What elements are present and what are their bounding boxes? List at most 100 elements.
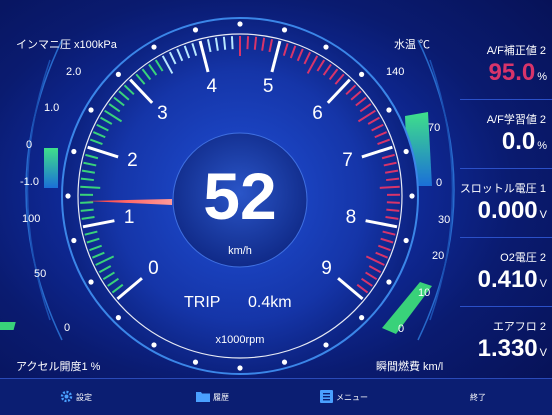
minor-tick <box>80 187 100 188</box>
rim-dot <box>323 342 328 347</box>
panel-title: A/F学習値 2 <box>487 111 546 127</box>
exit-button[interactable]: 終了 <box>470 387 486 407</box>
panel-value: 0.410V <box>478 266 547 294</box>
accel-title: アクセル開度1 % <box>16 358 100 374</box>
fuel-tick-0: 0 <box>398 323 404 335</box>
minor-tick <box>232 36 233 49</box>
minor-tick <box>386 179 399 180</box>
panel-number: 95.0 <box>489 59 536 86</box>
panel-af-correction: A/F補正値 2 95.0% <box>460 36 552 100</box>
coolant-title: 水温 ℃ <box>394 36 430 52</box>
rim-dot <box>71 149 76 154</box>
rim-dot <box>386 107 391 112</box>
panel-unit: % <box>537 71 547 83</box>
accel-tick-100: 100 <box>22 213 40 225</box>
minor-tick <box>81 179 94 180</box>
fuel-title: 瞬間燃費 km/l <box>376 358 443 374</box>
rpm-number: 1 <box>119 207 139 229</box>
minor-tick <box>380 187 400 188</box>
rpm-number: 5 <box>258 76 278 98</box>
panel-af-learning: A/F学習値 2 0.0% <box>460 105 552 169</box>
panel-title: スロットル電圧 1 <box>460 180 546 196</box>
exit-label: 終了 <box>470 392 486 403</box>
throttle-bar <box>0 322 16 330</box>
rim-dot <box>88 279 93 284</box>
panel-title: A/F補正値 2 <box>487 42 546 58</box>
trip-value: 0.4km <box>248 294 292 312</box>
rim-dot <box>116 315 121 320</box>
rim-dot <box>359 72 364 77</box>
settings-label: 設定 <box>76 392 92 403</box>
dashboard-screen: 52 km/h TRIP 0.4km x1000rpm 0123456789 イ… <box>0 0 552 414</box>
coolant-tick-140: 140 <box>386 66 404 78</box>
left-side-arcs <box>26 40 62 340</box>
speed-value: 52 <box>188 160 292 232</box>
history-label: 履歴 <box>213 392 229 403</box>
minor-tick <box>224 37 225 50</box>
panel-airflow: エアフロ 2 1.330V <box>460 312 552 375</box>
settings-button[interactable]: 設定 <box>60 387 92 407</box>
minor-tick <box>387 202 400 203</box>
minor-tick <box>81 210 94 211</box>
panel-value: 95.0% <box>489 59 548 87</box>
rim-dot <box>65 193 70 198</box>
rim-dot <box>323 44 328 49</box>
menu-button[interactable]: メニュー <box>320 387 368 407</box>
rpm-number: 8 <box>341 207 361 229</box>
accel-tick-50: 50 <box>34 268 46 280</box>
boost-tick-1: 1.0 <box>44 102 59 114</box>
panel-value: 0.000V <box>478 197 547 225</box>
rpm-number: 9 <box>317 258 337 280</box>
rpm-number: 4 <box>202 76 222 98</box>
history-button[interactable]: 履歴 <box>196 387 229 407</box>
rim-dot <box>71 238 76 243</box>
rim-dot <box>193 27 198 32</box>
fuel-tick-30: 30 <box>438 214 450 226</box>
panel-unit: V <box>540 278 547 290</box>
fuel-tick-20: 20 <box>432 250 444 262</box>
fuel-tick-10: 10 <box>418 287 430 299</box>
folder-icon <box>196 390 210 404</box>
rpm-number: 6 <box>308 103 328 125</box>
coolant-tick-70: 70 <box>428 122 440 134</box>
panel-throttle-voltage: スロットル電圧 1 0.000V <box>460 174 552 238</box>
rim-dot <box>282 27 287 32</box>
rim-dot <box>151 342 156 347</box>
trip-label: TRIP <box>184 294 220 312</box>
panel-unit: % <box>537 140 547 152</box>
panel-value: 1.330V <box>478 335 547 363</box>
rpm-number: 3 <box>152 103 172 125</box>
rim-dot <box>359 315 364 320</box>
rim-dot <box>88 107 93 112</box>
rim-dot <box>237 21 242 26</box>
coolant-tick-0: 0 <box>436 177 442 189</box>
panel-title: O2電圧 2 <box>500 249 546 265</box>
menu-icon <box>320 390 333 405</box>
boost-tick-2: 2.0 <box>66 66 81 78</box>
bottom-toolbar: 設定 履歴 メニュー 終了 <box>0 378 552 415</box>
gear-icon <box>60 390 73 405</box>
rim-dot <box>237 365 242 370</box>
panel-unit: V <box>540 209 547 221</box>
rim-dot <box>116 72 121 77</box>
rpm-number: 0 <box>143 258 163 280</box>
minor-tick <box>247 36 248 49</box>
boost-tick-0: 0 <box>26 139 32 151</box>
menu-label: メニュー <box>336 392 368 403</box>
rim-dot <box>404 149 409 154</box>
minor-tick <box>386 210 399 211</box>
panel-number: 0.0 <box>502 128 535 155</box>
rim-dot <box>404 238 409 243</box>
minor-tick <box>80 202 93 203</box>
rim-dot <box>151 44 156 49</box>
rpm-unit: x1000rpm <box>200 334 280 346</box>
panel-title: エアフロ 2 <box>493 318 546 334</box>
panel-value: 0.0% <box>502 128 547 156</box>
boost-bar <box>44 148 58 188</box>
panel-o2-voltage: O2電圧 2 0.410V <box>460 243 552 307</box>
rim-dot <box>386 279 391 284</box>
speed-unit: km/h <box>210 245 270 257</box>
rpm-number: 2 <box>122 150 142 172</box>
boost-title: インマニ圧 x100kPa <box>16 36 117 52</box>
rim-dot <box>282 360 287 365</box>
